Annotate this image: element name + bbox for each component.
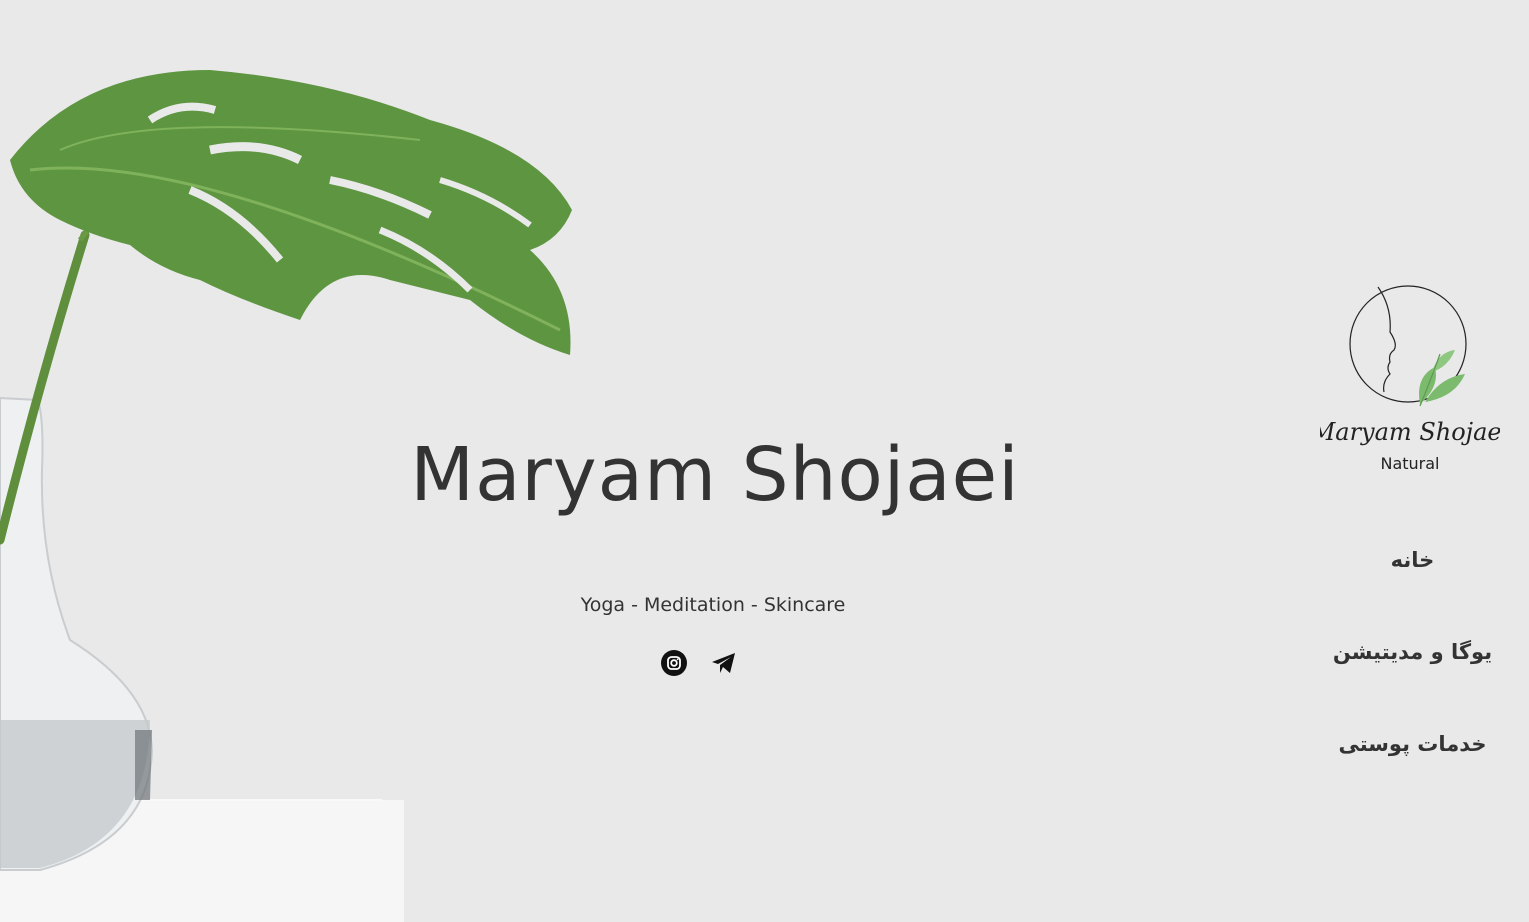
instagram-link[interactable] <box>660 649 688 677</box>
social-links <box>660 648 750 678</box>
nav-link-skincare[interactable]: خدمات پوستی <box>1310 724 1515 764</box>
telegram-link[interactable] <box>710 649 738 677</box>
instagram-icon <box>661 650 687 676</box>
hero-title: Maryam Shojaei <box>410 432 1020 518</box>
nav-link-yoga-meditation[interactable]: یوگا و مدیتیشن <box>1310 632 1515 672</box>
logo-subtitle: Natural <box>1380 454 1440 473</box>
logo-signature: Maryam Shojaei <box>1320 418 1500 446</box>
nav-link-home[interactable]: خانه <box>1310 540 1515 580</box>
nav-item-skincare: خدمات پوستی <box>1310 724 1515 816</box>
telegram-icon <box>712 653 735 673</box>
nav-item-home: خانه <box>1310 540 1515 632</box>
nav-item-yoga: یوگا و مدیتیشن <box>1310 632 1515 724</box>
main-nav: خانه یوگا و مدیتیشن خدمات پوستی <box>1310 540 1515 816</box>
brand-logo[interactable]: Maryam Shojaei Natural <box>1320 282 1500 477</box>
logo-emblem: Maryam Shojaei <box>1320 285 1500 446</box>
hero-tagline: Yoga - Meditation - Skincare <box>580 594 846 616</box>
